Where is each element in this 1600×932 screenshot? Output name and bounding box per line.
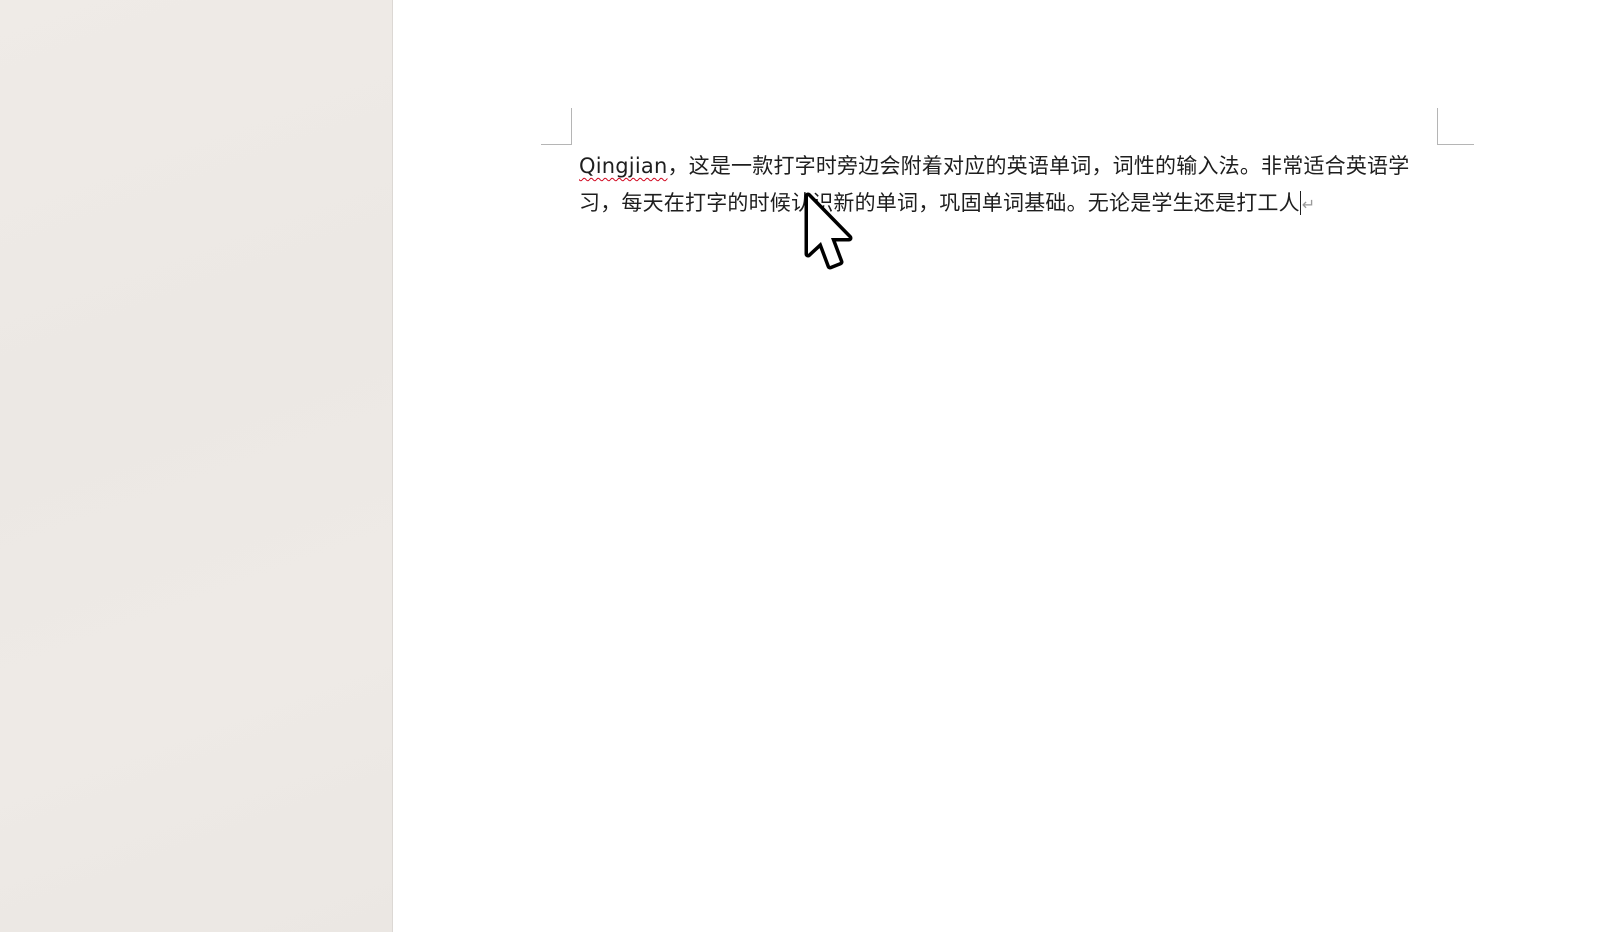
navigation-pane (0, 0, 393, 932)
word-processor-window: Qingjian，这是一款打字时旁边会附着对应的英语单词，词性的输入法。非常适合… (0, 0, 1600, 932)
text-caret (1299, 191, 1301, 215)
arrow-cursor-icon (804, 192, 853, 270)
top-left-margin-mark (541, 108, 572, 145)
document-body-paragraph[interactable]: Qingjian，这是一款打字时旁边会附着对应的英语单词，词性的输入法。非常适合… (579, 148, 1449, 223)
misspelled-word[interactable]: Qingjian (579, 154, 667, 178)
top-right-margin-mark (1437, 108, 1474, 145)
paragraph-text[interactable]: ，这是一款打字时旁边会附着对应的英语单词，词性的输入法。非常适合英语学习，每天在… (579, 154, 1409, 215)
document-page[interactable]: Qingjian，这是一款打字时旁边会附着对应的英语单词，词性的输入法。非常适合… (393, 0, 1600, 932)
return-icon: ↵ (1301, 195, 1316, 214)
